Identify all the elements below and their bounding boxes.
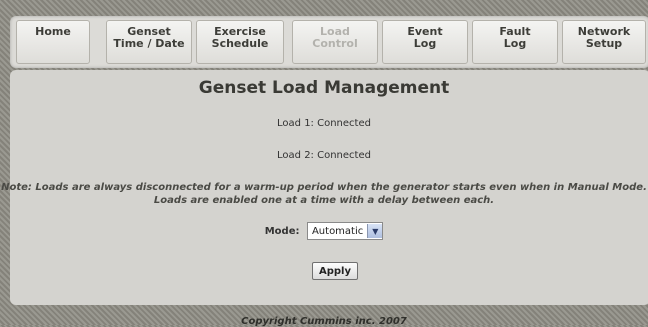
tab-genset-time-date-label: Genset Time / Date bbox=[113, 25, 185, 50]
tab-load-control[interactable]: Load Control bbox=[292, 20, 378, 64]
tab-fault-log[interactable]: Fault Log bbox=[472, 20, 558, 64]
tab-home-label: Home bbox=[35, 25, 71, 38]
tab-genset-time-date[interactable]: Genset Time / Date bbox=[106, 20, 192, 64]
tab-network-setup-label: Network Setup bbox=[577, 25, 631, 50]
tab-home[interactable]: Home bbox=[16, 20, 90, 64]
apply-button[interactable]: Apply bbox=[312, 262, 358, 280]
tab-event-log-label: Event Log bbox=[407, 25, 443, 50]
tab-exercise-schedule-label: Exercise Schedule bbox=[211, 25, 269, 50]
nav-bar: Home Genset Time / Date Exercise Schedul… bbox=[10, 16, 648, 68]
mode-label: Mode: bbox=[264, 226, 300, 237]
page-title: Genset Load Management bbox=[198, 78, 450, 98]
load-1-status: Load 1: Connected bbox=[277, 118, 371, 129]
mode-select-value: Automatic bbox=[311, 225, 364, 237]
mode-select[interactable]: Automatic ▼ bbox=[306, 222, 384, 240]
note-line-1: Note: Loads are always disconnected for … bbox=[1, 182, 647, 193]
note-line-2: Loads are enabled one at a time with a d… bbox=[153, 195, 495, 206]
load-2-status: Load 2: Connected bbox=[277, 150, 371, 161]
tab-load-control-label: Load Control bbox=[312, 25, 358, 50]
tab-network-setup[interactable]: Network Setup bbox=[562, 20, 646, 64]
tab-fault-log-label: Fault Log bbox=[499, 25, 531, 50]
tab-event-log[interactable]: Event Log bbox=[382, 20, 468, 64]
chevron-down-icon[interactable]: ▼ bbox=[367, 224, 383, 238]
tab-exercise-schedule[interactable]: Exercise Schedule bbox=[196, 20, 284, 64]
mode-row: Mode: Automatic ▼ bbox=[0, 222, 648, 240]
warmup-note: Note: Loads are always disconnected for … bbox=[0, 181, 648, 207]
copyright-footer: Copyright Cummins inc. 2007 bbox=[241, 316, 407, 327]
